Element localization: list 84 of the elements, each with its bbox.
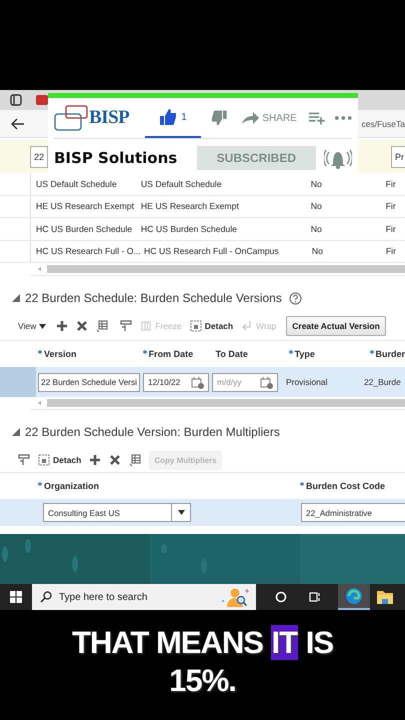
url-text[interactable]: ces/FuseTa: [362, 118, 405, 128]
logo-frames-icon: [54, 105, 88, 131]
view-menu[interactable]: View: [18, 321, 46, 331]
wrap-icon: [241, 320, 254, 332]
table-cell-text: HC US Burden Schedule: [35, 224, 134, 234]
section-title: 22 Burden Schedule: Burden Schedule Versions: [25, 291, 282, 305]
circle-icon[interactable]: [275, 591, 287, 603]
calendar-icon[interactable]: [260, 376, 273, 388]
table-cell-text: No: [310, 178, 323, 189]
add-icon[interactable]: [56, 320, 68, 332]
task-view-icon[interactable]: [309, 591, 321, 603]
table-cell-text: HE US Research Exempt: [35, 201, 136, 212]
add-to-playlist-icon[interactable]: [308, 111, 326, 125]
horizontal-scrollbar[interactable]: [30, 398, 405, 410]
calendar-icon[interactable]: [190, 376, 204, 388]
taskbar-app-button[interactable]: [338, 584, 370, 610]
detach-button[interactable]: Detach: [190, 320, 234, 332]
detach-icon: [38, 454, 50, 466]
channel-name: BISP Solutions: [54, 149, 178, 167]
column-header: Version: [44, 349, 77, 359]
like-button[interactable]: 1: [145, 98, 201, 138]
table-cell-text: Fir: [384, 201, 397, 212]
input-field[interactable]: Pr: [391, 146, 405, 168]
collapse-triangle-icon[interactable]: [12, 428, 20, 436]
table-cell-text: US Default Schedule: [35, 178, 118, 189]
table-cell-text: Fir: [384, 246, 397, 256]
table-cell-text: US Default Schedule: [140, 178, 223, 189]
folder-icon[interactable]: [376, 589, 394, 605]
column-header: Organization: [44, 481, 100, 491]
table-cell-text: Fir: [384, 178, 397, 189]
browser-tab[interactable]: [36, 95, 48, 105]
detach-icon: [190, 320, 202, 332]
bell-icon[interactable]: [324, 147, 352, 169]
delete-icon[interactable]: [76, 320, 88, 332]
column-header: From Date: [148, 349, 194, 359]
horizontal-scrollbar[interactable]: [30, 264, 405, 276]
channel-logo: BISP: [89, 107, 130, 129]
table-cell-text: Provisional: [284, 377, 329, 387]
table-cell-text: No: [310, 201, 323, 212]
date-field[interactable]: 12/10/22: [142, 372, 209, 392]
delete-icon[interactable]: [109, 454, 122, 466]
table-row[interactable]: Consulting East US 22_Administrative: [0, 499, 405, 526]
curved-arrow-icon: [241, 111, 260, 125]
columns-icon: [140, 320, 152, 332]
taskbar-search-field[interactable]: Type here to search: [32, 584, 256, 610]
table-cell-text: HC US Research Full - O...: [35, 246, 139, 256]
person-search-icon: [220, 586, 250, 608]
scrollbar-thumb[interactable]: [47, 399, 405, 407]
grid-icon[interactable]: [129, 454, 142, 466]
thumbs-down-icon[interactable]: [210, 109, 228, 127]
column-header: Burden Cost Code: [306, 481, 386, 491]
input-field[interactable]: 22 Burden Schedule Versi: [38, 372, 140, 392]
table-cell-text: HC US Research Full - OnCampus: [143, 246, 280, 256]
table-cell-text: No: [310, 224, 323, 234]
thumbs-up-icon: [159, 108, 178, 126]
back-icon[interactable]: [11, 118, 25, 130]
table-cell-text: 22_Burde: [362, 377, 401, 387]
windows-start-icon[interactable]: [10, 591, 22, 603]
input-field[interactable]: 22_Administrative: [301, 503, 405, 522]
column-header: Burder: [376, 349, 405, 359]
caret-icon[interactable]: [178, 510, 184, 515]
column-header: Type: [294, 349, 315, 359]
detach-button[interactable]: Detach: [38, 454, 82, 466]
add-icon[interactable]: [89, 454, 102, 466]
collapse-triangle-icon[interactable]: [12, 294, 20, 302]
table-cell-text: HC US Burden Schedule: [140, 224, 238, 234]
caption-line: 15%.: [169, 662, 236, 700]
scrollbar-thumb[interactable]: [47, 265, 405, 273]
create-actual-version-button[interactable]: Create Actual Version: [286, 316, 386, 336]
caret-icon: [39, 324, 46, 328]
caption-line: THAT MEANS IT IS: [72, 624, 334, 662]
grid-icon[interactable]: [96, 320, 108, 332]
help-icon[interactable]: [288, 292, 302, 304]
more-icon[interactable]: [335, 116, 352, 120]
tab-actions-icon[interactable]: [10, 94, 22, 106]
section-title: 22 Burden Schedule Version: Burden Multipliers: [25, 425, 280, 439]
select-field[interactable]: Consulting East US: [43, 503, 191, 522]
search-icon: [40, 591, 52, 603]
table-cell-text: HE US Research Exempt: [140, 201, 240, 212]
table-cell-text: No: [310, 246, 324, 256]
input-field[interactable]: 22: [30, 146, 48, 168]
column-header: To Date: [216, 349, 248, 359]
table-cell-text: Fir: [384, 224, 397, 234]
browser-swirl-icon: [345, 587, 363, 605]
